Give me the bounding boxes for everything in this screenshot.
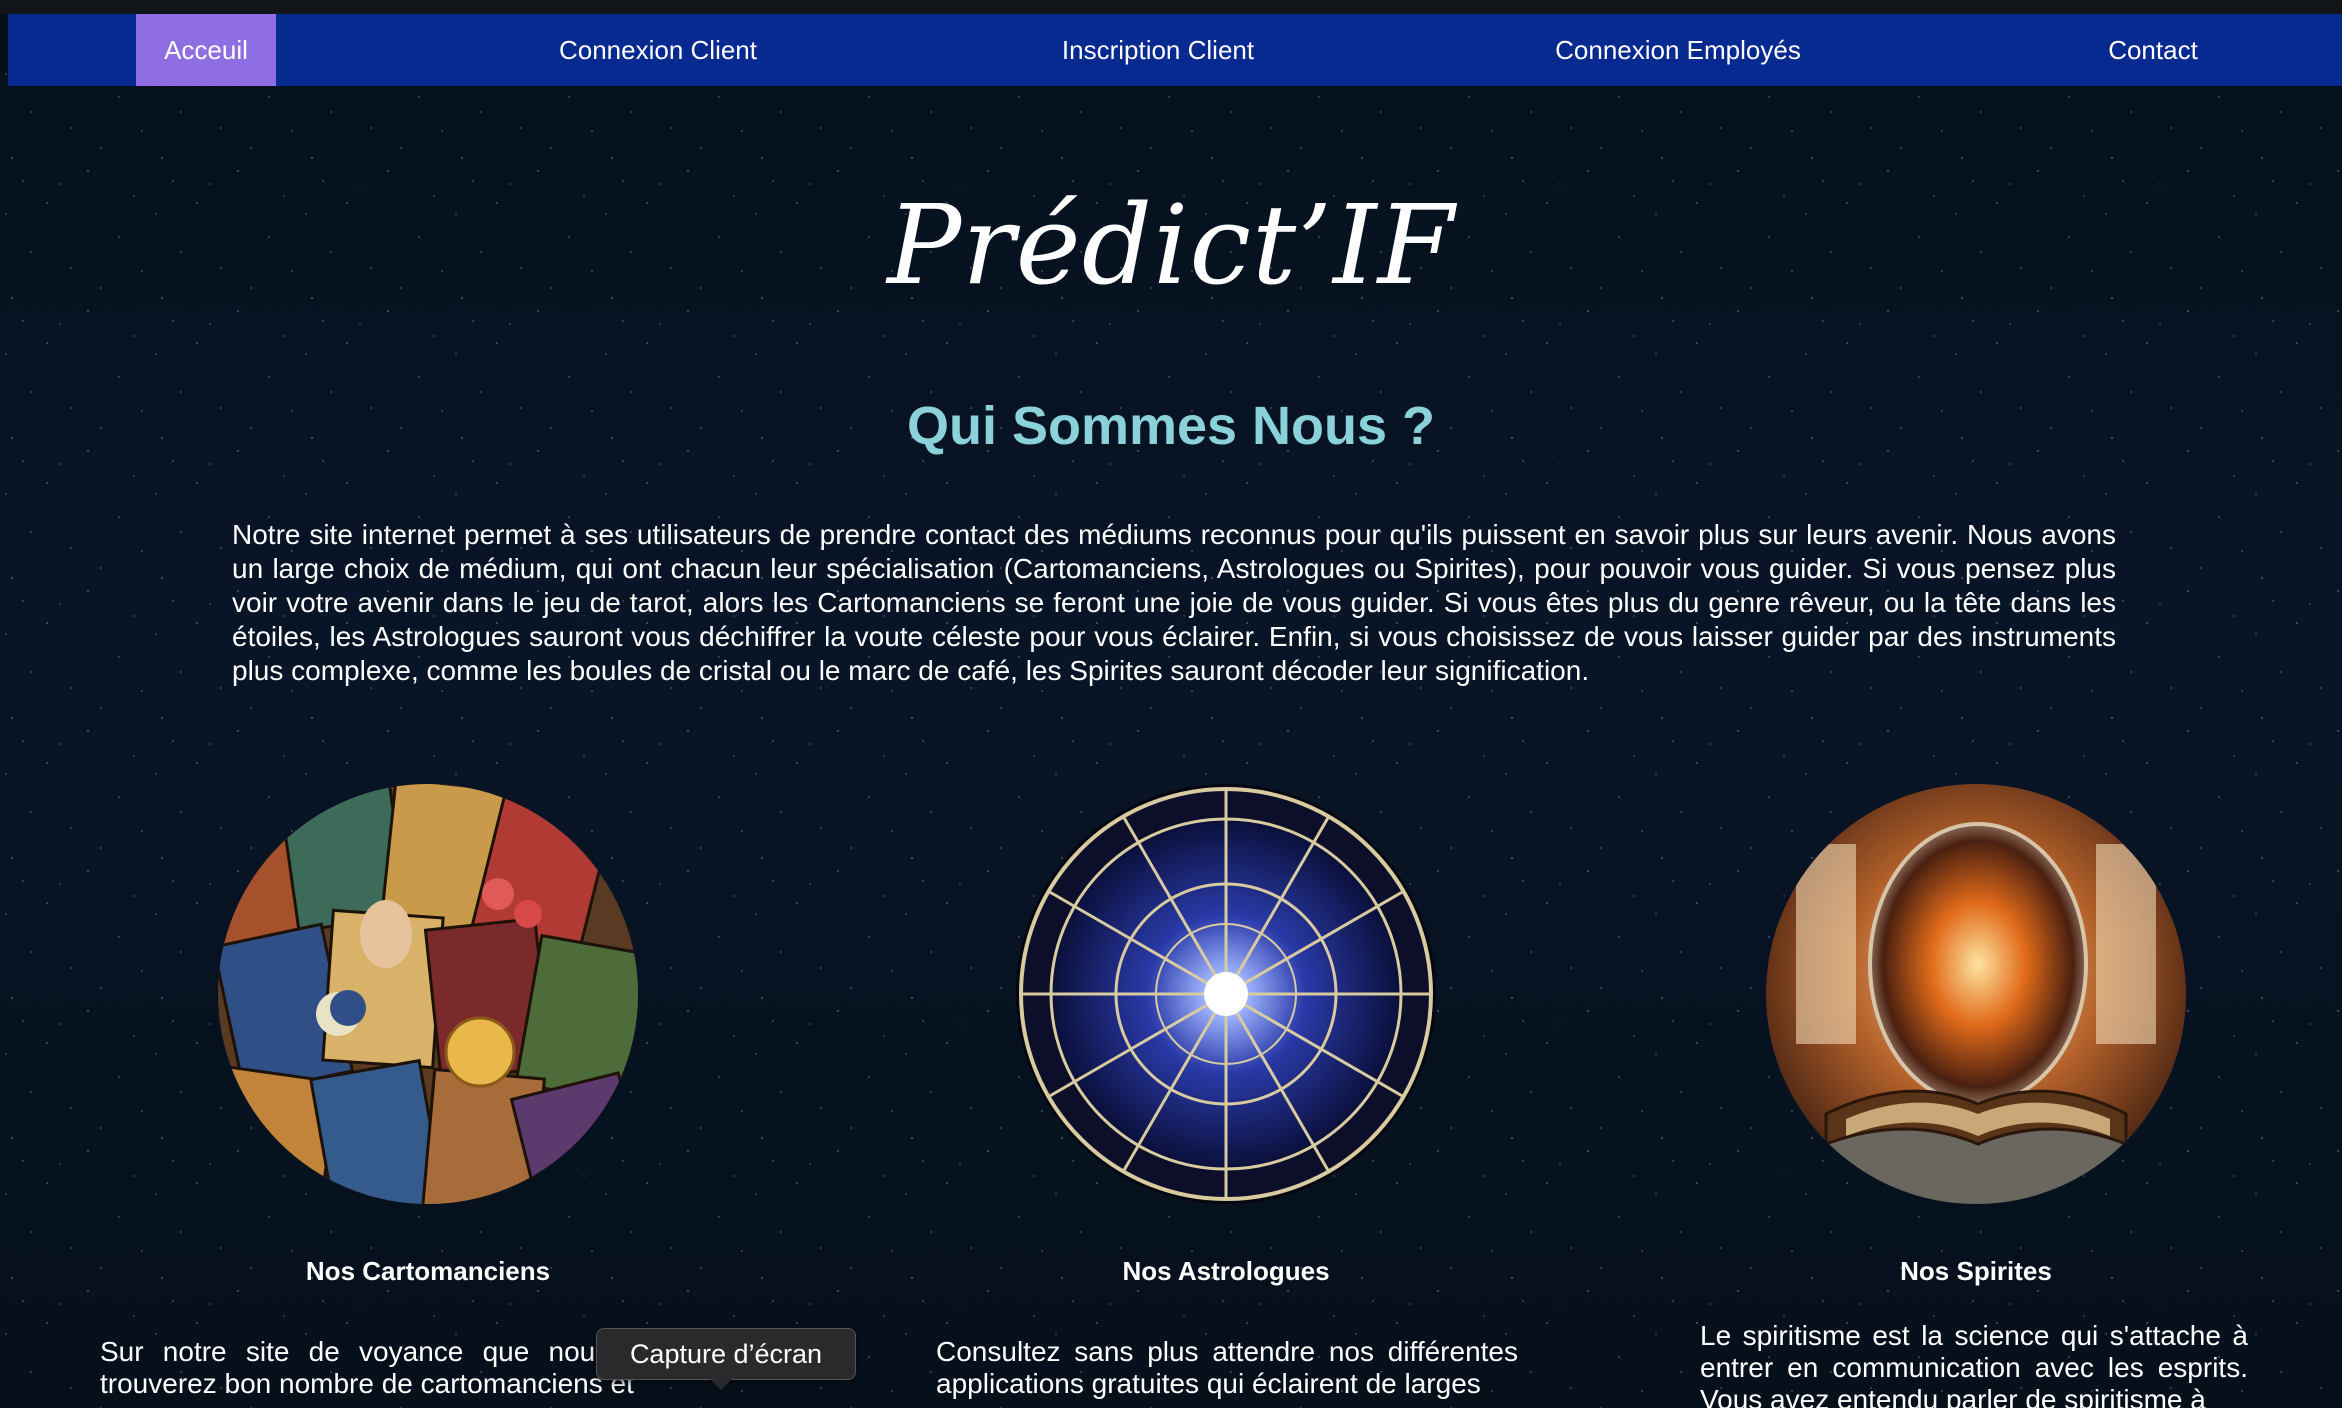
crystal-ball-image (1766, 784, 2186, 1204)
tarot-cards-image (218, 784, 638, 1204)
about-text: Notre site internet permet à ses utilisa… (232, 519, 2116, 686)
card-title-cartomanciens: Nos Cartomanciens (305, 1256, 551, 1286)
card-text-spirites: Le spiritisme est la science qui s'attac… (1700, 1320, 2248, 1408)
card-text-astrologues: Consultez sans plus attendre nos différe… (936, 1336, 1518, 1399)
nav-item-contact[interactable]: Contact (2058, 14, 2248, 86)
nav-item-client-login[interactable]: Connexion Client (498, 14, 818, 86)
browser-top-edge (0, 0, 2342, 14)
site-logo: Prédict’IF (887, 181, 1455, 309)
card-title-astrologues: Nos Astrologues (1122, 1256, 1330, 1286)
about-title: Qui Sommes Nous ? (906, 396, 1436, 456)
zodiac-wheel-image (1016, 784, 1436, 1204)
card-title-spirites: Nos Spirites (1900, 1256, 2052, 1286)
nav-item-employee-login[interactable]: Connexion Employés (1498, 14, 1858, 86)
nav-item-client-signup[interactable]: Inscription Client (1008, 14, 1308, 86)
screenshot-tooltip: Capture d’écran (596, 1328, 856, 1390)
main-navbar: Acceuil Connexion Client Inscription Cli… (8, 14, 2342, 86)
nav-item-home[interactable]: Acceuil (136, 14, 276, 86)
